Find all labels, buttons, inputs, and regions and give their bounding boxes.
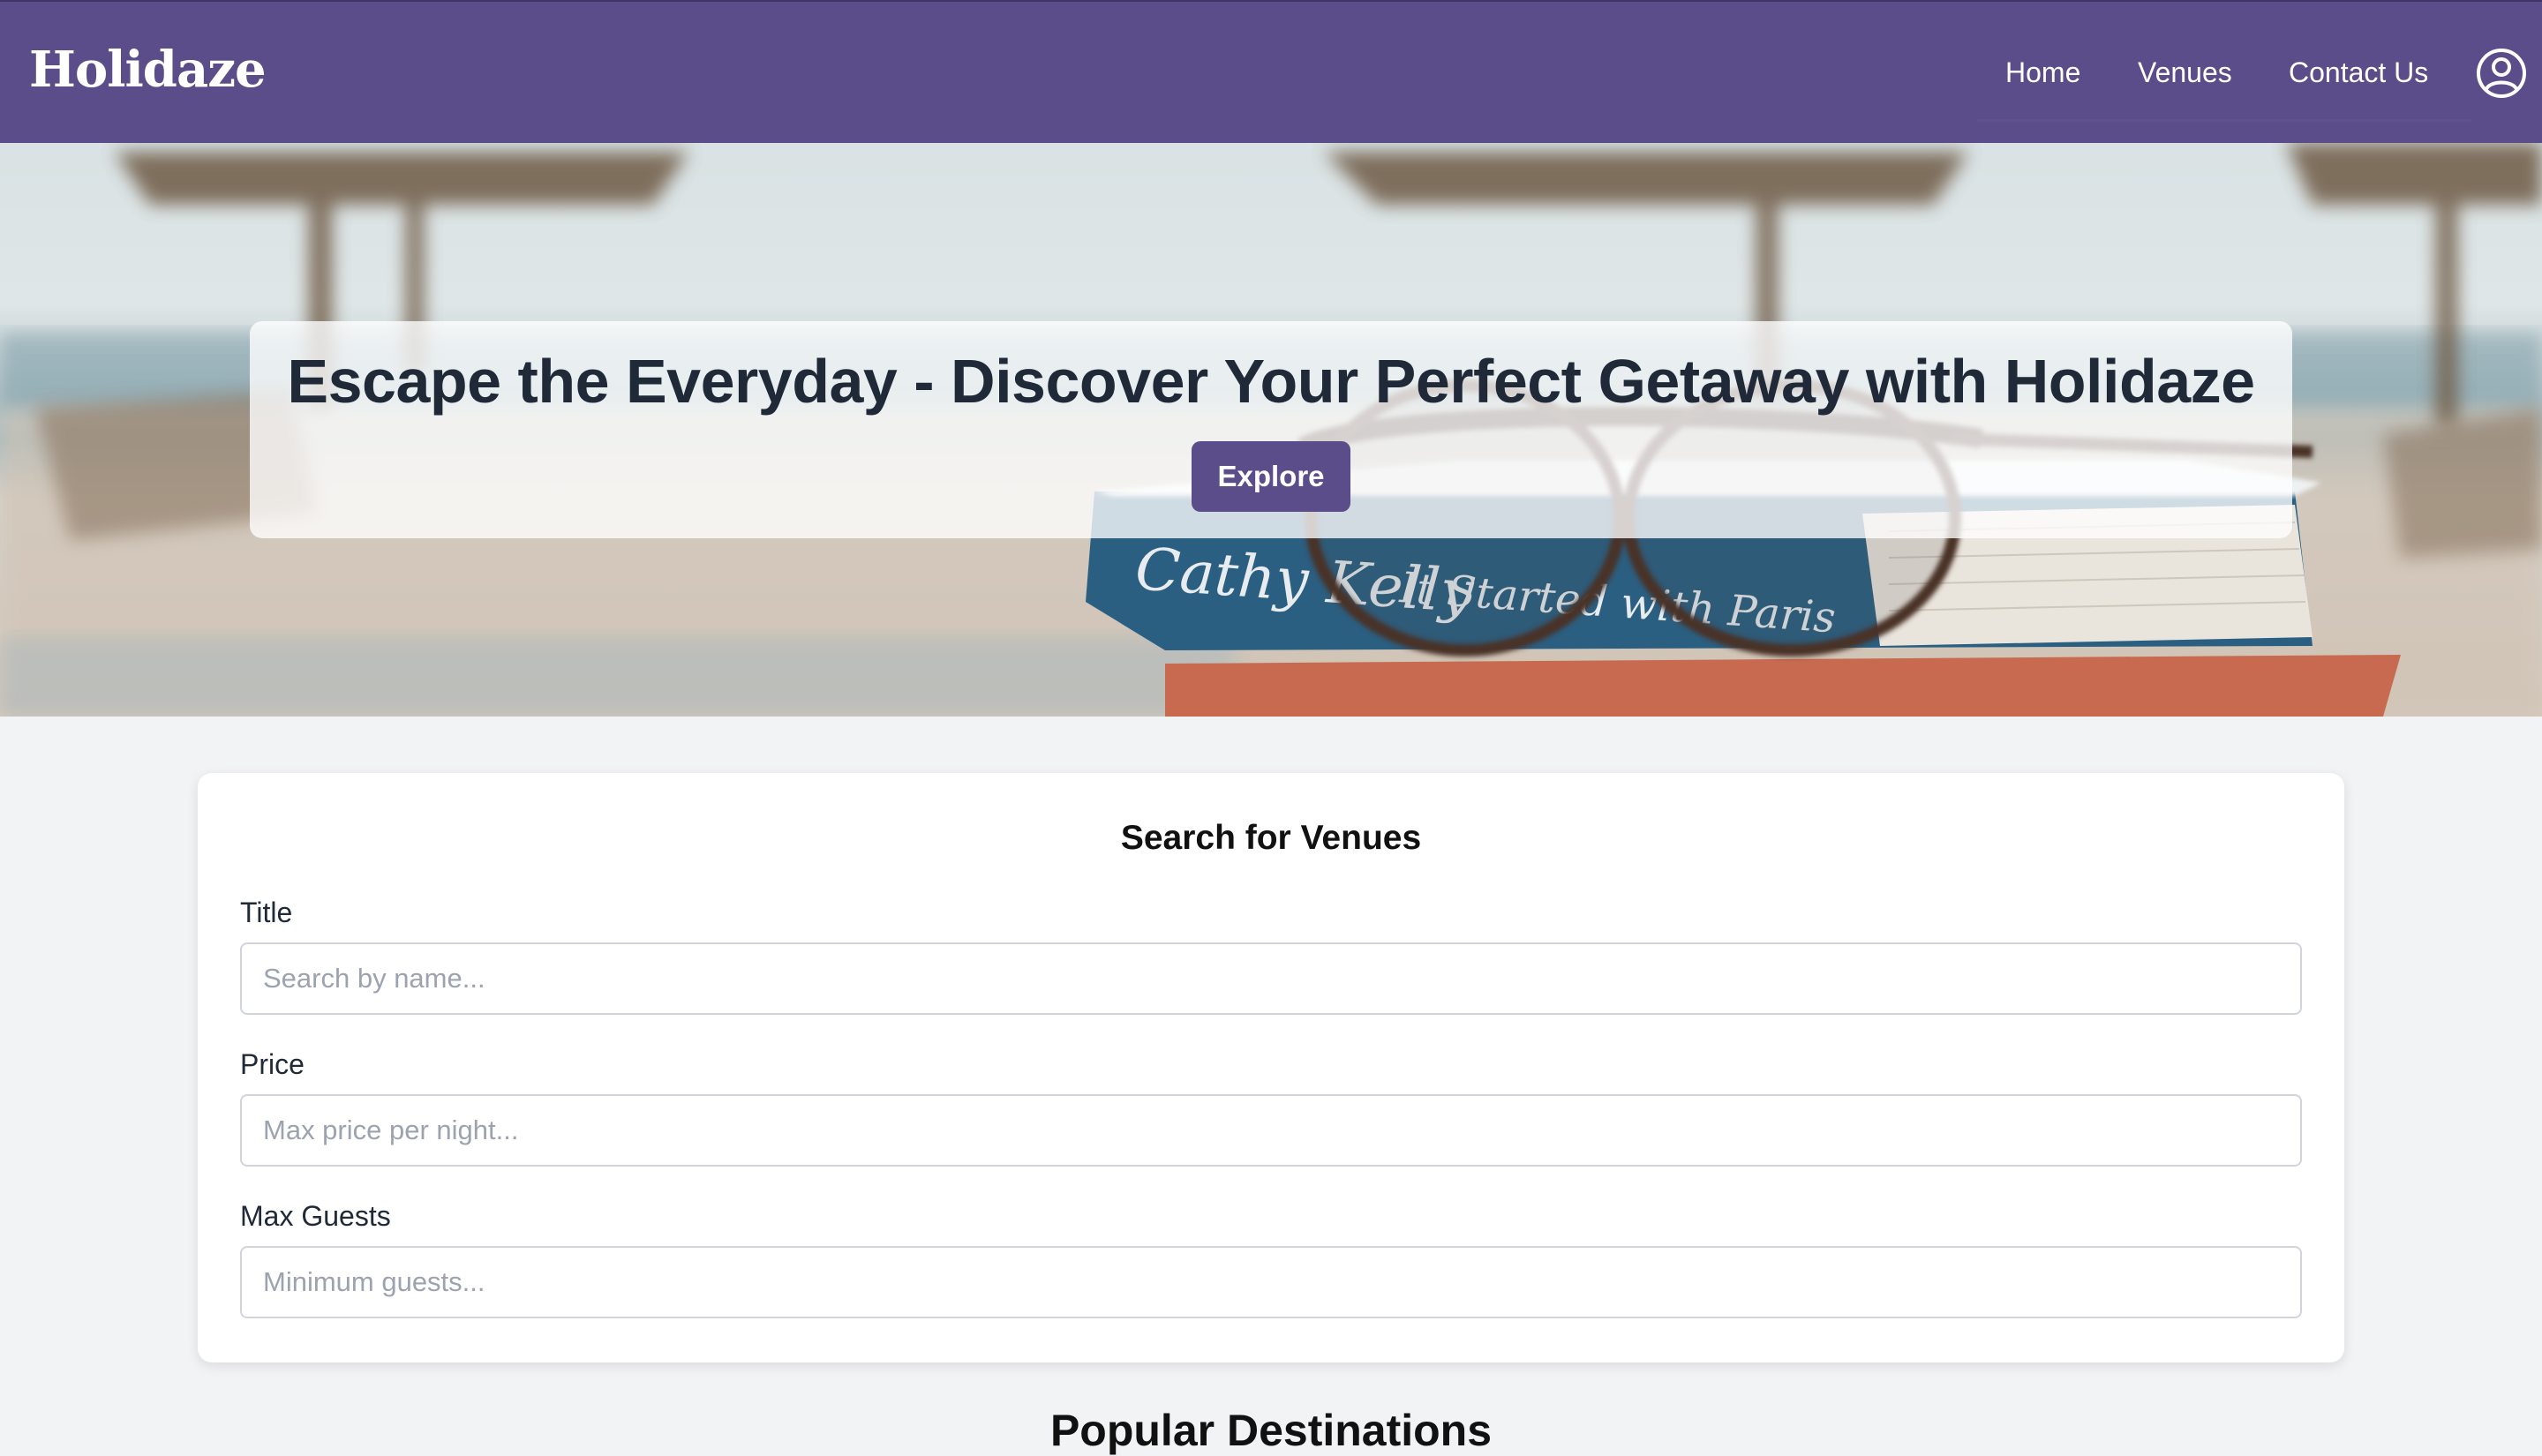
site-logo[interactable]: Holidaze [29, 41, 267, 99]
hero-card: Escape the Everyday - Discover Your Perf… [250, 321, 2292, 538]
user-circle-icon[interactable] [2475, 47, 2528, 100]
hero-banner: Cathy Kelly It Started with Paris Escape… [0, 143, 2542, 717]
title-field-label: Title [240, 897, 293, 928]
top-navbar: Holidaze Home Venues Contact Us [0, 0, 2542, 143]
nav-link-home[interactable]: Home [2005, 56, 2080, 89]
guests-input[interactable] [240, 1246, 2302, 1318]
guests-field-label: Max Guests [240, 1200, 391, 1232]
hero-title: Escape the Everyday - Discover Your Perf… [287, 347, 2255, 416]
explore-button[interactable]: Explore [1192, 441, 1350, 512]
venue-search-card: Search for Venues Title Price Max Guests [198, 773, 2344, 1362]
nav-underline [1977, 119, 2471, 122]
price-field-label: Price [240, 1048, 305, 1080]
nav-link-venues[interactable]: Venues [2138, 56, 2232, 89]
price-input[interactable] [240, 1094, 2302, 1167]
title-search-input[interactable] [240, 942, 2302, 1015]
popular-destinations-heading: Popular Destinations [1049, 1406, 1493, 1455]
nav-link-contact[interactable]: Contact Us [2289, 56, 2428, 89]
search-heading: Search for Venues [1120, 819, 1422, 857]
